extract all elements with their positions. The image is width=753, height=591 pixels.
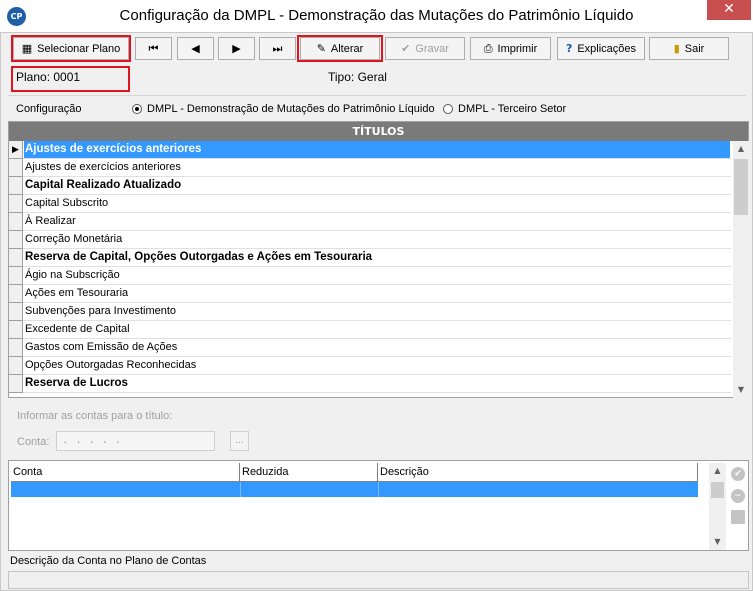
- title-cell: Reserva de Lucros: [25, 377, 128, 389]
- title-row[interactable]: Ágio na Subscrição: [9, 267, 731, 285]
- previous-record-button[interactable]: ◀: [177, 37, 214, 60]
- titles-grid[interactable]: TÍTULOS ▶ Ajustes de exercícios anteriore…: [8, 121, 749, 398]
- type-label: Tipo: Geral: [328, 70, 387, 84]
- accounts-grid[interactable]: Conta Reduzida Descrição ▲ ▼ ✔ −: [8, 460, 749, 551]
- row-indicator[interactable]: [9, 177, 23, 195]
- title-cell: Gastos com Emissão de Ações: [25, 341, 178, 353]
- radio-dot: [443, 104, 453, 114]
- row-indicator[interactable]: [9, 285, 23, 303]
- title-row[interactable]: ▶ Ajustes de exercícios anteriores: [9, 141, 731, 159]
- title-row[interactable]: Capital Subscrito: [9, 195, 731, 213]
- row-indicator[interactable]: [9, 375, 23, 393]
- separator: [8, 95, 746, 96]
- title-row[interactable]: Excedente de Capital: [9, 321, 731, 339]
- scroll-down-icon[interactable]: ▼: [733, 382, 749, 398]
- edit-icon: ✎: [316, 42, 326, 55]
- account-description-label: Descrição da Conta no Plano de Contas: [10, 555, 207, 567]
- exit-button[interactable]: ▮ Sair: [649, 37, 729, 60]
- title-row[interactable]: À Realizar: [9, 213, 731, 231]
- radio-terceiro-setor[interactable]: DMPL - Terceiro Setor: [443, 103, 566, 115]
- titles-scrollbar[interactable]: ▲ ▼: [733, 141, 749, 398]
- column-descricao[interactable]: Descrição: [378, 463, 698, 482]
- scroll-thumb[interactable]: [711, 482, 724, 498]
- accounts-selected-row[interactable]: [11, 482, 698, 497]
- title-row[interactable]: Subvenções para Investimento: [9, 303, 731, 321]
- title-cell: À Realizar: [25, 215, 76, 227]
- title-cell: Ajustes de exercícios anteriores: [25, 161, 181, 173]
- row-indicator[interactable]: [9, 213, 23, 231]
- row-indicator[interactable]: [9, 321, 23, 339]
- row-indicator[interactable]: [9, 357, 23, 375]
- row-indicator[interactable]: [9, 249, 23, 267]
- radio-dot: [132, 104, 142, 114]
- cell-divider: [378, 482, 379, 497]
- column-conta[interactable]: Conta: [11, 463, 240, 482]
- title-cell: Ágio na Subscrição: [25, 269, 120, 281]
- close-button[interactable]: ✕: [707, 0, 751, 20]
- title-cell: Ajustes de exercícios anteriores: [24, 141, 730, 158]
- remove-icon[interactable]: −: [731, 489, 745, 503]
- title-row[interactable]: Reserva de Capital, Opções Outorgadas e …: [9, 249, 731, 267]
- cell-divider: [240, 482, 241, 497]
- row-indicator[interactable]: [9, 303, 23, 321]
- scroll-thumb[interactable]: [734, 159, 748, 215]
- next-record-button[interactable]: ▶: [218, 37, 255, 60]
- question-icon: ?: [565, 42, 573, 55]
- configuration-label: Configuração: [16, 103, 82, 115]
- inform-accounts-label: Informar as contas para o título:: [17, 410, 173, 422]
- plan-label: Plano: 0001: [16, 70, 81, 84]
- account-lookup-button[interactable]: ...: [230, 431, 249, 451]
- title-row[interactable]: Correção Monetária: [9, 231, 731, 249]
- title-cell: Correção Monetária: [25, 233, 123, 245]
- row-indicator[interactable]: ▶: [9, 141, 23, 159]
- previous-icon: ◀: [191, 42, 200, 55]
- title-row[interactable]: Opções Outorgadas Reconhecidas: [9, 357, 731, 375]
- scroll-up-icon[interactable]: ▲: [709, 463, 726, 479]
- print-button[interactable]: ⎙ Imprimir: [470, 37, 551, 60]
- check-icon: ✔: [401, 42, 411, 55]
- last-icon: ⏭: [272, 42, 283, 55]
- first-icon: ⏮: [148, 42, 159, 55]
- row-indicator[interactable]: [9, 231, 23, 249]
- title-cell: Subvenções para Investimento: [25, 305, 177, 317]
- row-indicator[interactable]: [9, 339, 23, 357]
- first-record-button[interactable]: ⏮: [135, 37, 172, 60]
- scroll-up-icon[interactable]: ▲: [733, 141, 749, 157]
- accounts-scrollbar[interactable]: ▲ ▼: [709, 463, 726, 550]
- title-cell: Capital Subscrito: [25, 197, 109, 209]
- status-bar: [8, 571, 749, 589]
- edit-button[interactable]: ✎ Alterar: [300, 37, 380, 60]
- title-row[interactable]: Ações em Tesouraria: [9, 285, 731, 303]
- account-label: Conta:: [17, 436, 50, 448]
- printer-icon: ⎙: [483, 42, 493, 55]
- row-indicator[interactable]: [9, 159, 23, 177]
- window-title: Configuração da DMPL - Demonstração das …: [119, 7, 634, 24]
- title-cell: Reserva de Capital, Opções Outorgadas e …: [25, 251, 373, 263]
- radio-dmpl[interactable]: DMPL - Demonstração de Mutações do Patri…: [132, 103, 435, 115]
- title-bar: CP Configuração da DMPL - Demonstração d…: [0, 0, 753, 32]
- title-cell: Excedente de Capital: [25, 323, 130, 335]
- next-icon: ▶: [232, 42, 241, 55]
- title-row[interactable]: Ajustes de exercícios anteriores: [9, 159, 731, 177]
- title-cell: Capital Realizado Atualizado: [25, 179, 182, 191]
- column-reduzida[interactable]: Reduzida: [240, 463, 378, 482]
- title-row[interactable]: Reserva de Lucros: [9, 375, 731, 393]
- plan-grid-icon: ▦: [21, 42, 33, 55]
- save-button[interactable]: ✔ Gravar: [385, 37, 465, 60]
- row-indicator[interactable]: [9, 195, 23, 213]
- select-plan-button[interactable]: ▦ Selecionar Plano: [13, 37, 129, 60]
- help-button[interactable]: ? Explicações: [557, 37, 645, 60]
- title-cell: Opções Outorgadas Reconhecidas: [25, 359, 197, 371]
- title-row[interactable]: Gastos com Emissão de Ações: [9, 339, 731, 357]
- confirm-icon[interactable]: ✔: [731, 467, 745, 481]
- title-cell: Ações em Tesouraria: [25, 287, 129, 299]
- title-row[interactable]: Capital Realizado Atualizado: [9, 177, 731, 195]
- stop-icon[interactable]: [731, 510, 745, 524]
- titles-header: TÍTULOS: [9, 122, 748, 141]
- scroll-down-icon[interactable]: ▼: [709, 534, 726, 550]
- last-record-button[interactable]: ⏭: [259, 37, 296, 60]
- door-icon: ▮: [673, 42, 680, 55]
- row-indicator[interactable]: [9, 267, 23, 285]
- account-input[interactable]: . . . . .: [56, 431, 215, 451]
